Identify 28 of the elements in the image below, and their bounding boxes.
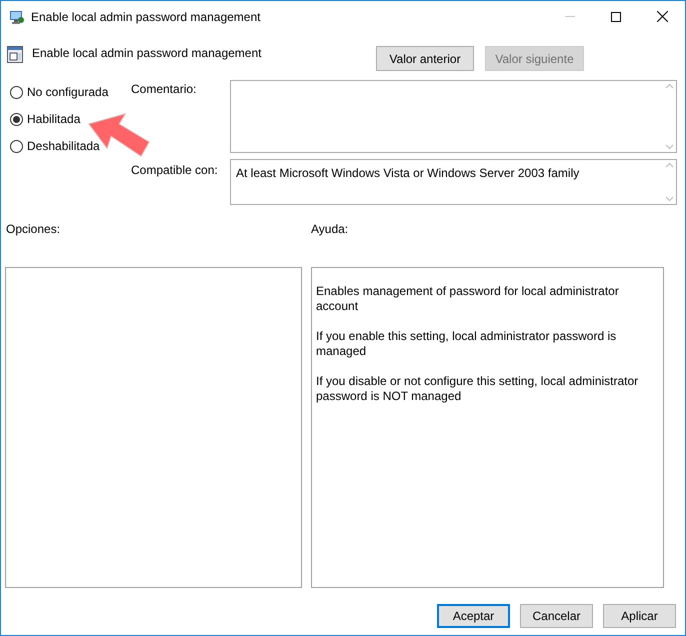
cancel-button[interactable]: Cancelar: [520, 604, 593, 628]
section-label: Opciones:: [5, 221, 62, 238]
radio-button[interactable]: [10, 86, 23, 98]
radio-label[interactable]: Habilitada: [27, 110, 80, 128]
radio-button[interactable]: [10, 112, 23, 126]
close-icon[interactable]: [656, 11, 668, 22]
section-label: Ayuda:: [311, 221, 348, 238]
settings-window-icon: [7, 46, 23, 63]
radio-button[interactable]: [10, 140, 23, 152]
scroll-up-icon[interactable]: [664, 83, 674, 89]
ok-button[interactable]: Aceptar: [437, 604, 510, 628]
help-paragraph: If you disable or not configure this setting, local administrator password is NOT managed: [316, 374, 640, 404]
policy-title: Enable local admin password management: [32, 45, 262, 62]
window-title: Enable local admin password management: [31, 8, 260, 26]
help-paragraph: Enables management of password for local administrator account: [316, 284, 620, 314]
help-paragraph: If you enable this setting, local administrator password is managed: [316, 329, 618, 359]
maximize-icon[interactable]: [611, 12, 621, 22]
scroll-up-icon[interactable]: [664, 162, 674, 168]
previous-setting-button[interactable]: Valor anterior: [376, 46, 474, 71]
supported-on-text: At least Microsoft Windows Vista or Windows Server 2003 family: [235, 165, 580, 182]
computer-icon: [9, 8, 25, 24]
radio-label[interactable]: Deshabilitada: [27, 137, 100, 155]
apply-button[interactable]: Aplicar: [603, 604, 676, 628]
radio-label[interactable]: No configurada: [27, 83, 108, 101]
field-label: Compatible con:: [130, 162, 219, 179]
scroll-down-icon[interactable]: [664, 144, 674, 150]
scroll-down-icon[interactable]: [664, 196, 674, 202]
field-label: Comentario:: [130, 81, 198, 98]
